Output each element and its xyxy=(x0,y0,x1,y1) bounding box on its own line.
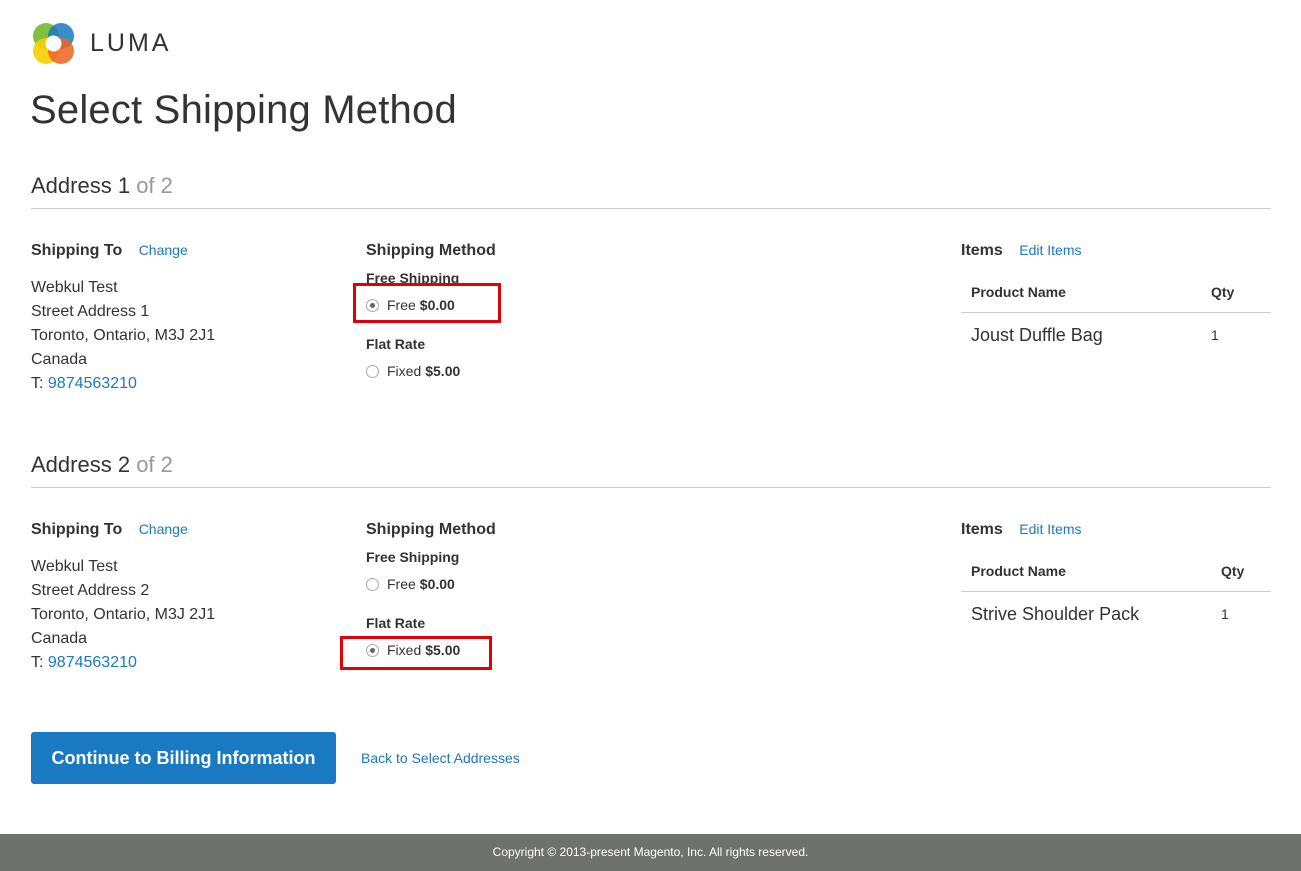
items-title: Items xyxy=(961,242,1003,259)
product-name-header: Product Name xyxy=(961,278,1201,313)
items-table: Product Name Qty Strive Shoulder Pack 1 xyxy=(961,557,1271,637)
qty-header: Qty xyxy=(1211,557,1271,592)
table-row: Joust Duffle Bag 1 xyxy=(961,313,1271,359)
shipping-to-section: Shipping To Change Webkul Test Street Ad… xyxy=(31,242,331,396)
product-qty: 1 xyxy=(1211,327,1219,343)
phone-prefix: T: xyxy=(31,375,44,392)
method-price: $5.00 xyxy=(425,363,461,379)
flat-rate-option[interactable]: Fixed $5.00 xyxy=(366,362,666,380)
free-shipping-radio[interactable] xyxy=(366,577,379,591)
address-of-count: of 2 xyxy=(136,452,173,477)
address-phone: T: 9874563210 xyxy=(31,651,331,675)
luma-logo-icon xyxy=(33,23,74,64)
table-header-row: Product Name Qty xyxy=(961,278,1271,313)
product-qty: 1 xyxy=(1221,606,1229,622)
phone-link[interactable]: 9874563210 xyxy=(48,654,137,671)
shipping-to-section: Shipping To Change Webkul Test Street Ad… xyxy=(31,521,331,675)
method-group-label: Free Shipping xyxy=(366,549,460,565)
page-title: Select Shipping Method xyxy=(30,88,457,132)
address-line: Canada xyxy=(31,630,88,647)
method-price: $0.00 xyxy=(419,576,455,592)
selection-highlight-box xyxy=(340,636,492,670)
continue-to-billing-button[interactable]: Continue to Billing Information xyxy=(31,732,336,784)
address-line: Webkul Test xyxy=(31,279,118,296)
method-group-label: Flat Rate xyxy=(366,336,426,352)
address-index: Address 1 xyxy=(31,173,131,198)
product-name-header: Product Name xyxy=(961,557,1211,592)
product-name: Joust Duffle Bag xyxy=(971,325,1103,345)
items-section: Items Edit Items Product Name Qty Strive… xyxy=(961,521,1271,637)
address-block-title: Address 1 of 2 xyxy=(31,173,1271,209)
items-table: Product Name Qty Joust Duffle Bag 1 xyxy=(961,278,1271,358)
back-to-select-addresses-link[interactable]: Back to Select Addresses xyxy=(361,750,520,766)
method-group-label: Flat Rate xyxy=(366,615,426,631)
free-shipping-option[interactable]: Free $0.00 xyxy=(366,575,666,593)
address-line: Webkul Test xyxy=(31,558,118,575)
copyright-text: Copyright © 2013-present Magento, Inc. A… xyxy=(492,845,809,859)
shipping-to-title: Shipping To xyxy=(31,242,123,259)
items-title: Items xyxy=(961,521,1003,538)
address-lines: Webkul Test Street Address 2 Toronto, On… xyxy=(31,555,331,675)
page-footer: Copyright © 2013-present Magento, Inc. A… xyxy=(0,834,1301,871)
method-group-free: Free Shipping Free $0.00 xyxy=(366,549,666,593)
method-option-label: Free xyxy=(387,576,416,592)
address-phone: T: 9874563210 xyxy=(31,372,331,396)
address-line: Street Address 1 xyxy=(31,303,150,320)
address-block-2: Address 2 of 2 Shipping To Change Webkul… xyxy=(31,452,1271,671)
edit-items-link[interactable]: Edit Items xyxy=(1019,242,1081,258)
address-line: Canada xyxy=(31,351,88,368)
address-block-title: Address 2 of 2 xyxy=(31,452,1271,488)
qty-header: Qty xyxy=(1201,278,1271,313)
method-group-flat: Flat Rate Fixed $5.00 xyxy=(366,336,666,380)
address-index: Address 2 xyxy=(31,452,131,477)
method-option-label: Fixed xyxy=(387,363,422,379)
table-row: Strive Shoulder Pack 1 xyxy=(961,592,1271,638)
address-line: Street Address 2 xyxy=(31,582,150,599)
change-address-link[interactable]: Change xyxy=(139,521,188,537)
phone-prefix: T: xyxy=(31,654,44,671)
edit-items-link[interactable]: Edit Items xyxy=(1019,521,1081,537)
address-lines: Webkul Test Street Address 1 Toronto, On… xyxy=(31,276,331,396)
address-of-count: of 2 xyxy=(136,173,173,198)
items-section: Items Edit Items Product Name Qty Joust … xyxy=(961,242,1271,358)
selection-highlight-box xyxy=(353,283,501,323)
shipping-method-title: Shipping Method xyxy=(366,521,496,538)
table-header-row: Product Name Qty xyxy=(961,557,1271,592)
shipping-to-title: Shipping To xyxy=(31,521,123,538)
address-line: Toronto, Ontario, M3J 2J1 xyxy=(31,327,216,344)
phone-link[interactable]: 9874563210 xyxy=(48,375,137,392)
address-line: Toronto, Ontario, M3J 2J1 xyxy=(31,606,216,623)
brand-name: LUMA xyxy=(90,29,172,57)
change-address-link[interactable]: Change xyxy=(139,242,188,258)
shipping-method-title: Shipping Method xyxy=(366,242,496,259)
store-logo[interactable]: LUMA xyxy=(31,21,171,66)
product-name: Strive Shoulder Pack xyxy=(971,604,1140,624)
flat-rate-radio[interactable] xyxy=(366,364,379,378)
address-block-1: Address 1 of 2 Shipping To Change Webkul… xyxy=(31,173,1271,392)
